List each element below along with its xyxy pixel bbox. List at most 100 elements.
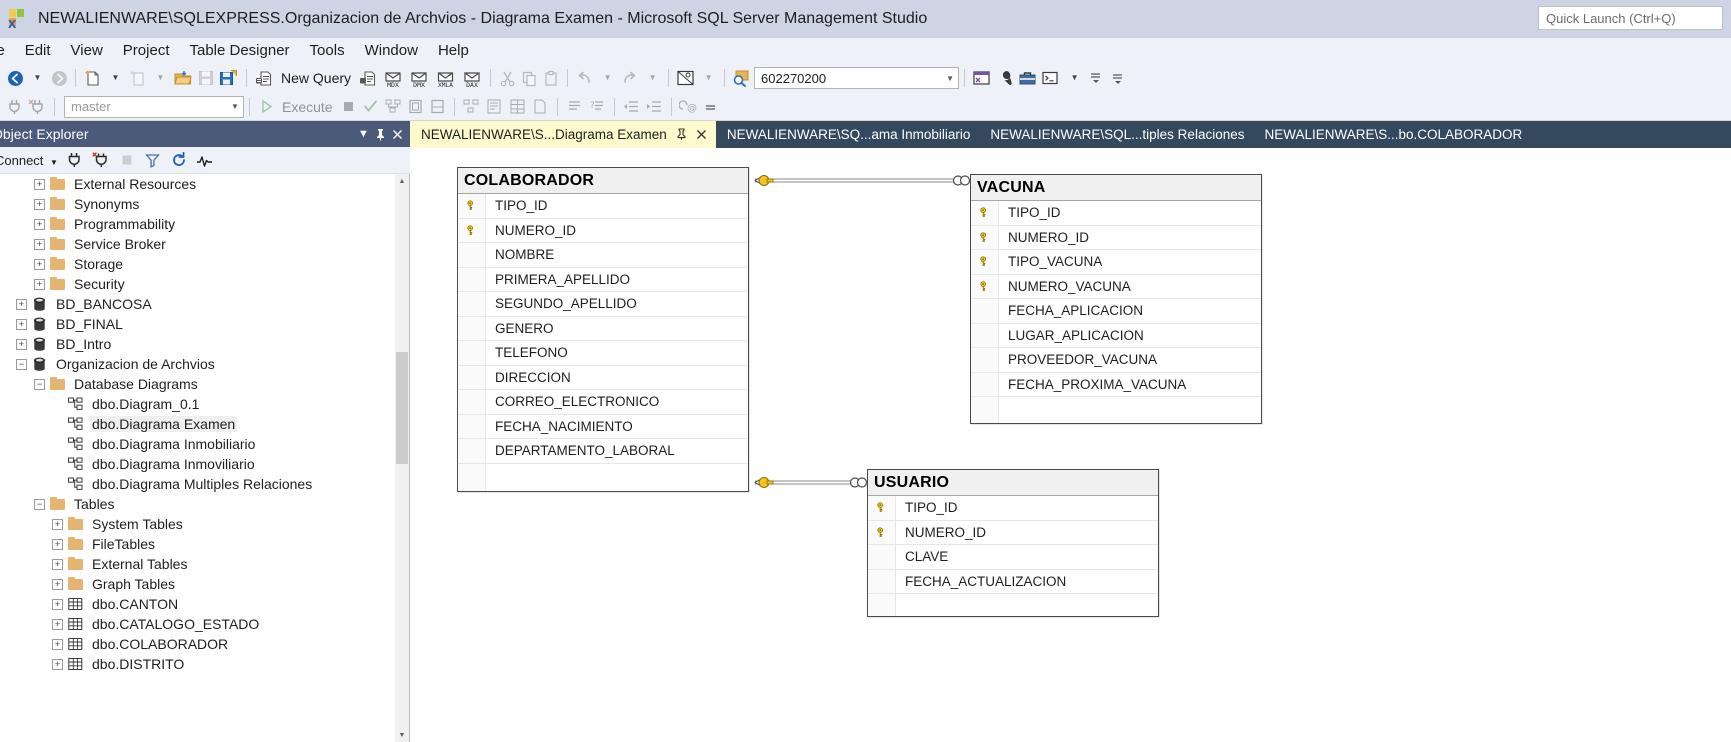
pin-icon[interactable] (676, 127, 687, 142)
find-icon[interactable] (730, 66, 754, 90)
tree-node-bd-bancosa[interactable]: + BD_BANCOSA (0, 294, 396, 314)
tree-node-dbo-distrito[interactable]: + dbo.DISTRITO (0, 654, 396, 674)
menu-item-table-designer[interactable]: Table Designer (179, 40, 299, 62)
toolbar-options-icon[interactable] (1107, 66, 1129, 90)
available-databases-combo[interactable]: master ▼ (64, 95, 244, 118)
connect-plug-icon[interactable] (62, 149, 88, 171)
diagram-column-row[interactable]: NOMBRE (458, 243, 748, 268)
new-query-icon[interactable] (252, 66, 276, 90)
diagram-column-row[interactable]: FECHA_NACIMIENTO (458, 414, 748, 439)
diagram-canvas[interactable]: COLABORADOR TIPO_ID NUMERO_ID NOMBRE PRIMERA… (410, 148, 1731, 742)
increase-indent-icon[interactable] (643, 95, 666, 119)
diagram-column-row[interactable]: NUMERO_ID (458, 218, 748, 243)
expand-toggle-icon[interactable]: + (52, 658, 63, 670)
command-window-icon[interactable] (1039, 66, 1063, 90)
diagram-table-title[interactable]: VACUNA (971, 175, 1261, 201)
new-mdx-query-icon[interactable]: MDX (380, 66, 406, 90)
diagram-table-usuario[interactable]: USUARIO TIPO_ID NUMERO_ID CLAVE FECHA_ACTUAL… (867, 469, 1159, 617)
disconnect-plug-icon[interactable] (26, 95, 49, 119)
tree-node-synonyms[interactable]: + Synonyms (0, 194, 396, 214)
activity-monitor-icon[interactable] (192, 149, 218, 171)
tree-node-dbo-diagram-0-1[interactable]: dbo.Diagram_0.1 (0, 394, 396, 414)
diagram-column-row[interactable]: TELEFONO (458, 341, 748, 366)
expand-toggle-icon[interactable]: + (34, 278, 45, 290)
menu-item-edit[interactable]: Edit (15, 40, 61, 62)
collapse-toggle-icon[interactable]: − (16, 358, 27, 370)
chevron-down-icon[interactable]: ▼ (227, 102, 243, 111)
tree-node-external-resources[interactable]: + External Resources (0, 174, 396, 194)
pin-icon[interactable] (372, 124, 389, 144)
navigate-back-icon[interactable] (4, 66, 26, 90)
expand-toggle-icon[interactable]: + (34, 218, 45, 230)
execute-icon[interactable] (255, 95, 277, 119)
collapse-toggle-icon[interactable]: − (34, 378, 45, 390)
tree-node-service-broker[interactable]: + Service Broker (0, 234, 396, 254)
diagram-column-row[interactable]: SEGUNDO_APELLIDO (458, 292, 748, 317)
expand-toggle-icon[interactable]: + (16, 298, 27, 310)
diagram-column-row[interactable]: NUMERO_ID (868, 520, 1158, 545)
quick-launch-input[interactable]: Quick Launch (Ctrl+Q) (1538, 6, 1723, 30)
diagram-column-row[interactable]: PROVEEDOR_VACUNA (971, 348, 1261, 373)
menu-item-file[interactable]: le (0, 40, 15, 62)
tree-node-tables[interactable]: − Tables (0, 494, 396, 514)
refresh-icon[interactable] (166, 149, 192, 171)
expand-toggle-icon[interactable]: + (16, 338, 27, 350)
expand-toggle-icon[interactable]: + (34, 198, 45, 210)
expand-toggle-icon[interactable]: + (52, 598, 63, 610)
disconnect-plug-icon[interactable] (88, 149, 114, 171)
diagram-column-row[interactable]: NUMERO_VACUNA (971, 274, 1261, 299)
expand-toggle-icon[interactable]: + (34, 238, 45, 250)
diagram-column-row[interactable]: FECHA_ACTUALIZACION (868, 569, 1158, 594)
tree-node-dbo-diagrama-examen[interactable]: dbo.Diagrama Examen (0, 414, 396, 434)
expand-toggle-icon[interactable]: + (52, 618, 63, 630)
toolbar-options-icon[interactable] (700, 95, 722, 119)
redo-dropdown-icon[interactable]: ▼ (641, 66, 663, 90)
new-xmla-query-icon[interactable]: XMLA (432, 66, 459, 90)
document-tab-1[interactable]: NEWALIENWARE\SQ...ama Inmobiliario (716, 121, 980, 148)
uncomment-icon[interactable]: ? (586, 95, 609, 119)
query-options-icon[interactable] (405, 95, 427, 119)
tree-node-database-diagrams[interactable]: − Database Diagrams (0, 374, 396, 394)
new-project-icon[interactable] (81, 66, 104, 90)
diagram-column-row[interactable]: TIPO_ID (971, 201, 1261, 226)
paste-icon[interactable] (540, 66, 562, 90)
specify-values-for-template-icon[interactable]: @ (677, 95, 700, 119)
diagram-column-row[interactable]: TIPO_ID (868, 496, 1158, 521)
scroll-down-icon[interactable]: ▼ (395, 728, 409, 742)
chevron-down-icon[interactable]: ▼ (355, 124, 372, 144)
tree-node-bd-final[interactable]: + BD_FINAL (0, 314, 396, 334)
stop-icon[interactable] (338, 95, 360, 119)
registered-servers-icon[interactable] (970, 66, 993, 90)
copy-icon[interactable] (518, 66, 540, 90)
diagram-column-row[interactable]: PRIMERA_APELLIDO (458, 267, 748, 292)
new-query-button[interactable]: New Query (276, 70, 356, 86)
diagram-table-colaborador[interactable]: COLABORADOR TIPO_ID NUMERO_ID NOMBRE PRIMERA… (457, 167, 749, 492)
diagram-column-row[interactable]: FECHA_APLICACION (971, 299, 1261, 324)
tree-node-dbo-diagrama-multiples-relaciones[interactable]: dbo.Diagrama Multiples Relaciones (0, 474, 396, 494)
expand-toggle-icon[interactable]: + (34, 178, 45, 190)
tree-node-bd-intro[interactable]: + BD_Intro (0, 334, 396, 354)
new-project-dropdown-icon[interactable]: ▼ (104, 66, 126, 90)
command-window-dropdown-icon[interactable]: ▼ (1063, 66, 1085, 90)
stop-icon[interactable] (114, 149, 140, 171)
diagram-column-row[interactable]: CLAVE (868, 545, 1158, 570)
execute-button[interactable]: Execute (277, 99, 338, 115)
new-query-with-current-connection-icon[interactable] (356, 66, 380, 90)
tree-node-programmability[interactable]: + Programmability (0, 214, 396, 234)
diagram-column-row[interactable]: GENERO (458, 316, 748, 341)
object-explorer-tree[interactable]: + External Resources + Synonyms + Programmabi… (0, 174, 396, 742)
new-item-icon[interactable] (126, 66, 149, 90)
expand-toggle-icon[interactable]: + (34, 258, 45, 270)
diagram-column-row[interactable]: TIPO_VACUNA (971, 250, 1261, 275)
menu-item-help[interactable]: Help (428, 40, 479, 62)
expand-toggle-icon[interactable]: + (52, 518, 63, 530)
expand-toggle-icon[interactable]: + (52, 538, 63, 550)
database-combo[interactable]: 602270200 ▼ (754, 67, 960, 89)
comment-icon[interactable] (563, 95, 586, 119)
navigate-back-dropdown-icon[interactable]: ▼ (26, 66, 48, 90)
diagram-column-row[interactable]: CORREO_ELECTRONICO (458, 390, 748, 415)
diagram-table-title[interactable]: COLABORADOR (458, 168, 748, 194)
expand-toggle-icon[interactable]: + (52, 578, 63, 590)
menu-item-window[interactable]: Window (355, 40, 428, 62)
expand-toggle-icon[interactable]: + (52, 558, 63, 570)
